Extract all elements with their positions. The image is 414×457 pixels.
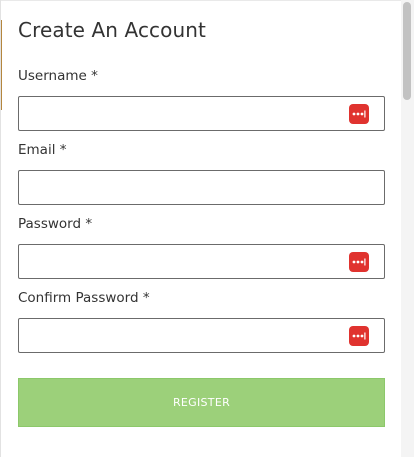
dots-icon bbox=[352, 258, 366, 266]
password-manager-icon[interactable] bbox=[349, 326, 369, 346]
password-input[interactable] bbox=[27, 245, 351, 280]
email-input[interactable] bbox=[27, 171, 351, 206]
email-field-wrapper bbox=[18, 170, 385, 206]
password-manager-icon[interactable] bbox=[349, 104, 369, 124]
page-title: Create An Account bbox=[18, 18, 206, 42]
email-label: Email * bbox=[18, 142, 67, 158]
register-button[interactable]: REGISTER bbox=[18, 378, 385, 427]
username-field-wrapper bbox=[18, 96, 385, 132]
password-manager-icon[interactable] bbox=[349, 252, 369, 272]
dots-icon bbox=[352, 110, 366, 118]
top-divider bbox=[1, 0, 402, 1]
password-field-wrapper bbox=[18, 244, 385, 280]
dots-icon bbox=[352, 332, 366, 340]
confirm-password-label: Confirm Password * bbox=[18, 290, 150, 306]
create-account-panel: Create An Account Username * Email * Pas… bbox=[0, 0, 402, 457]
scrollbar-thumb[interactable] bbox=[403, 2, 411, 100]
confirm-password-input[interactable] bbox=[27, 319, 351, 354]
left-accent-strip bbox=[1, 20, 2, 110]
username-input[interactable] bbox=[27, 97, 351, 132]
confirm-password-field-wrapper bbox=[18, 318, 385, 354]
username-label: Username * bbox=[18, 68, 98, 84]
password-label: Password * bbox=[18, 216, 93, 232]
